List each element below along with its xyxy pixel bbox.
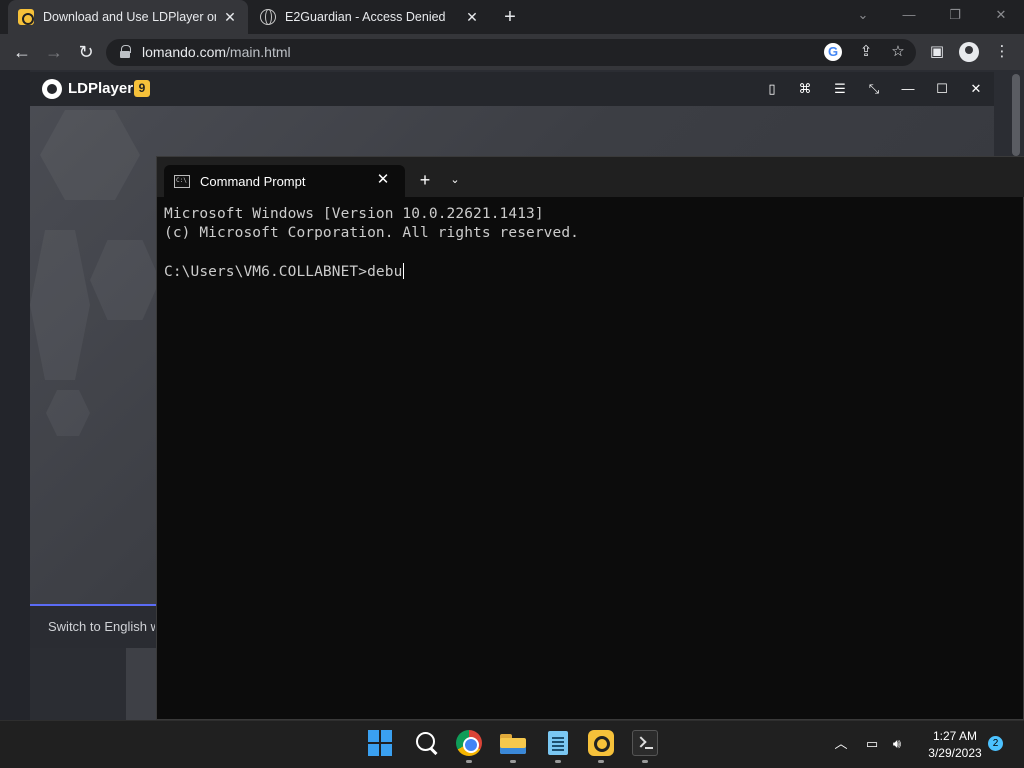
text-caret xyxy=(403,263,405,279)
search-icon[interactable] xyxy=(414,730,440,756)
window-restore-icon[interactable]: ❐ xyxy=(944,6,966,24)
ldplayer-taskbar-icon[interactable] xyxy=(588,730,614,756)
tray-chevron-up-icon[interactable]: ︿ xyxy=(831,734,851,754)
ld-maximize-icon[interactable]: ☐ xyxy=(932,80,952,98)
ldplayer-logo-icon xyxy=(42,79,62,99)
running-indicator xyxy=(642,760,648,763)
notepad-icon[interactable] xyxy=(545,730,571,756)
share-icon[interactable]: ⇪ xyxy=(856,42,876,62)
ldplayer-favicon xyxy=(18,9,34,25)
terminal-tab-close-icon[interactable]: ✕ xyxy=(374,171,392,189)
ldplayer-version-badge: 9 xyxy=(134,80,150,97)
url-host: lomando.com xyxy=(142,44,227,60)
bookmark-star-icon[interactable]: ☆ xyxy=(888,42,908,62)
scrollbar-thumb[interactable] xyxy=(1012,74,1020,156)
ldplayer-name: LDPlayer xyxy=(68,80,134,97)
volume-icon[interactable]: 🔊︎ xyxy=(887,734,907,754)
browser-tab-e2guardian[interactable]: E2Guardian - Access Denied ✕ xyxy=(250,0,490,34)
terminal-line: Microsoft Windows [Version 10.0.22621.14… xyxy=(164,206,544,222)
more-menu-icon[interactable]: ⋮ xyxy=(992,42,1012,62)
reload-icon[interactable]: ↻ xyxy=(74,40,98,64)
notification-badge[interactable]: 2 xyxy=(988,736,1003,751)
google-lens-icon[interactable]: G xyxy=(824,43,842,61)
gamepad-icon[interactable]: ⌘ xyxy=(795,80,815,98)
running-indicator xyxy=(555,760,561,763)
tab-title: E2Guardian - Access Denied xyxy=(285,10,446,24)
running-indicator xyxy=(598,760,604,763)
lock-icon[interactable] xyxy=(120,45,131,58)
ld-close-icon[interactable]: ✕ xyxy=(966,80,986,98)
window-close-icon[interactable]: ✕ xyxy=(990,6,1012,24)
terminal-command-input[interactable]: C:\Users\VM6.COLLABNET>debu xyxy=(164,264,402,280)
globe-favicon xyxy=(260,9,276,25)
language-switch-link[interactable]: Switch to English w xyxy=(48,619,155,634)
forward-arrow-icon[interactable]: → xyxy=(42,40,66,64)
browser-tab-ldplayer[interactable]: Download and Use LDPlayer on P ✕ xyxy=(8,0,248,34)
terminal-dropdown-chevron-icon[interactable]: ⌄ xyxy=(446,172,464,188)
ld-minimize-icon[interactable]: — xyxy=(898,80,918,98)
side-panel-icon[interactable]: ▣ xyxy=(927,42,947,62)
page-background-strip xyxy=(126,648,156,720)
phone-icon[interactable]: ▯ xyxy=(762,80,782,98)
url-path: /main.html xyxy=(226,44,291,60)
resize-icon[interactable]: ⤡ xyxy=(864,80,884,98)
profile-avatar-icon[interactable] xyxy=(959,42,979,62)
back-arrow-icon[interactable]: ← xyxy=(10,40,34,64)
url-text[interactable]: lomando.com/main.html xyxy=(142,44,291,60)
cmd-icon xyxy=(174,175,190,188)
terminal-prompt-line[interactable]: C:\Users\VM6.COLLABNET>debu xyxy=(164,263,405,280)
terminal-tab-title: Command Prompt xyxy=(200,174,306,189)
running-indicator xyxy=(510,760,516,763)
tab-close-icon[interactable]: ✕ xyxy=(222,9,238,26)
terminal-new-tab-button[interactable]: + xyxy=(416,170,434,190)
new-tab-button[interactable]: + xyxy=(500,6,520,28)
window-minimize-icon[interactable]: — xyxy=(898,6,920,24)
running-indicator xyxy=(466,760,472,763)
network-icon[interactable]: ▭ xyxy=(862,734,882,754)
terminal-taskbar-icon[interactable] xyxy=(632,730,658,756)
tab-title: Download and Use LDPlayer on P xyxy=(43,10,216,24)
tab-search-chevron-icon[interactable]: ⌄ xyxy=(852,6,874,24)
clock-time[interactable]: 1:27 AM xyxy=(920,729,990,743)
page-left-gutter xyxy=(0,70,30,720)
clock-date[interactable]: 3/29/2023 xyxy=(918,746,992,760)
windows-start-icon[interactable] xyxy=(368,730,394,756)
tab-close-icon[interactable]: ✕ xyxy=(464,9,480,26)
file-explorer-icon[interactable] xyxy=(500,730,526,756)
chrome-icon[interactable] xyxy=(456,730,482,756)
menu-icon[interactable]: ☰ xyxy=(830,80,850,98)
terminal-line: (c) Microsoft Corporation. All rights re… xyxy=(164,225,579,241)
